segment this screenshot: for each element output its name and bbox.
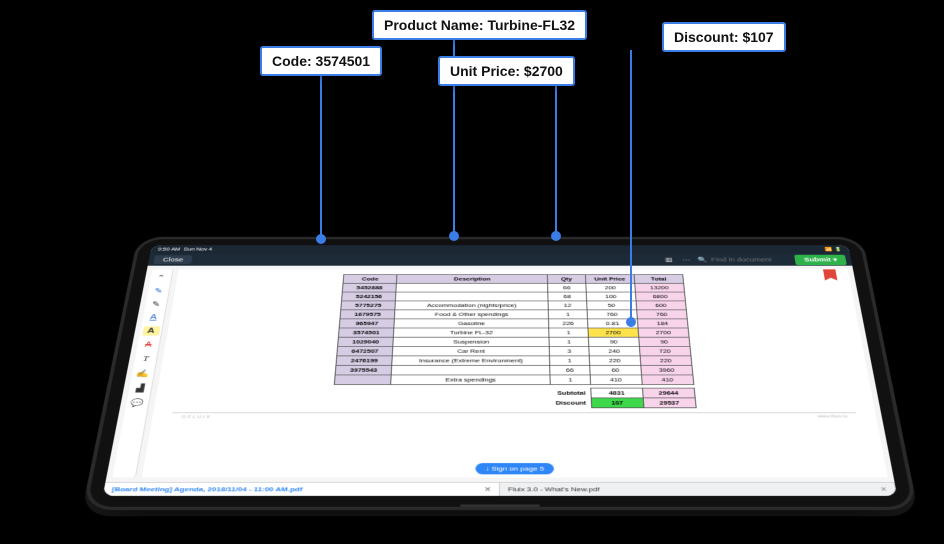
pen-blue-icon[interactable]: ✎: [150, 286, 168, 295]
submit-button[interactable]: Submit ▾: [794, 254, 846, 264]
close-button[interactable]: Close: [153, 255, 192, 263]
tablet-device: 9:50 AM Sun Nov 4 📶 🔋 Close ▥ ··· 🔍 Subm…: [82, 237, 918, 510]
tab-board-meeting[interactable]: [Board Meeting] Agenda, 2018/11/04 - 11:…: [103, 483, 500, 496]
tab-whats-new[interactable]: Fluix 3.0 - What's New.pdf ✕: [500, 483, 897, 496]
table-row: 3574501Turbine FL-32127002700: [339, 328, 689, 337]
status-bar: 9:50 AM Sun Nov 4 📶 🔋: [150, 245, 850, 253]
th-up: Unit Price: [585, 275, 634, 284]
table-row: 5775275Accommodation (nights/price)12506…: [341, 301, 686, 310]
sign-on-page-button[interactable]: ↓ Sign on page 5: [475, 463, 554, 474]
document-page: Code Description Qty Unit Price Total 54…: [142, 269, 888, 477]
discount-label: Discount: [551, 398, 592, 408]
table-row: 397554366603960: [335, 365, 692, 375]
text-blue-icon[interactable]: A: [144, 313, 162, 322]
callout-code: Code: 3574501: [260, 46, 382, 76]
table-row: 6472507Car Rent3240720: [337, 346, 691, 355]
th-desc: Description: [397, 275, 548, 284]
collapse-icon[interactable]: ⌃: [152, 273, 170, 282]
discount-total: 29537: [643, 398, 696, 408]
more-icon[interactable]: ···: [680, 256, 693, 263]
subtotal-total: 29644: [642, 388, 695, 398]
table-row: 2476199Insurance (Extreme Environment)12…: [336, 356, 692, 365]
comment-icon[interactable]: 💬: [128, 398, 147, 408]
table-row: Extra spendings1410410: [334, 375, 693, 385]
book-icon[interactable]: ▥: [662, 256, 675, 263]
home-indicator: [460, 504, 540, 506]
expense-table: Code Description Qty Unit Price Total 54…: [332, 274, 697, 408]
highlight-icon[interactable]: A: [142, 326, 160, 335]
page-footer: ⊙ F L U I X www.fluix.io: [171, 412, 857, 419]
th-tot: Total: [634, 275, 684, 284]
subtotal-label: Subtotal: [551, 388, 592, 398]
table-row: 5242156681006800: [342, 292, 686, 301]
close-icon[interactable]: ✕: [484, 486, 491, 493]
table-row: 1029040Suspension19090: [338, 337, 690, 346]
callout-product: Product Name: Turbine-FL32: [372, 10, 587, 40]
search-box[interactable]: 🔍: [697, 256, 790, 263]
search-icon: 🔍: [697, 256, 708, 263]
bookmark-ribbon[interactable]: [823, 269, 837, 280]
callout-unit-price: Unit Price: $2700: [438, 56, 575, 86]
th-qty: Qty: [548, 275, 586, 284]
table-row: 1679575Food & Other spendings1760760: [340, 310, 687, 319]
th-code: Code: [343, 275, 397, 284]
document-tabs: [Board Meeting] Agenda, 2018/11/04 - 11:…: [103, 482, 897, 496]
stamp-icon[interactable]: ▟: [131, 383, 150, 393]
search-input[interactable]: [711, 257, 791, 263]
status-icons: 📶 🔋: [825, 247, 843, 252]
text-tool-icon[interactable]: T: [136, 354, 154, 363]
subtotal-value: 4831: [591, 388, 643, 398]
pen-black-icon[interactable]: ✎: [147, 299, 165, 308]
callout-discount: Discount: $107: [662, 22, 786, 52]
close-icon[interactable]: ✕: [880, 486, 888, 493]
table-row: 54528886620013200: [342, 283, 684, 292]
discount-value: 107: [591, 398, 644, 408]
app-toolbar: Close ▥ ··· 🔍 Submit ▾: [148, 254, 853, 266]
strike-icon[interactable]: A: [139, 340, 157, 349]
signature-icon[interactable]: ✍: [134, 368, 153, 378]
